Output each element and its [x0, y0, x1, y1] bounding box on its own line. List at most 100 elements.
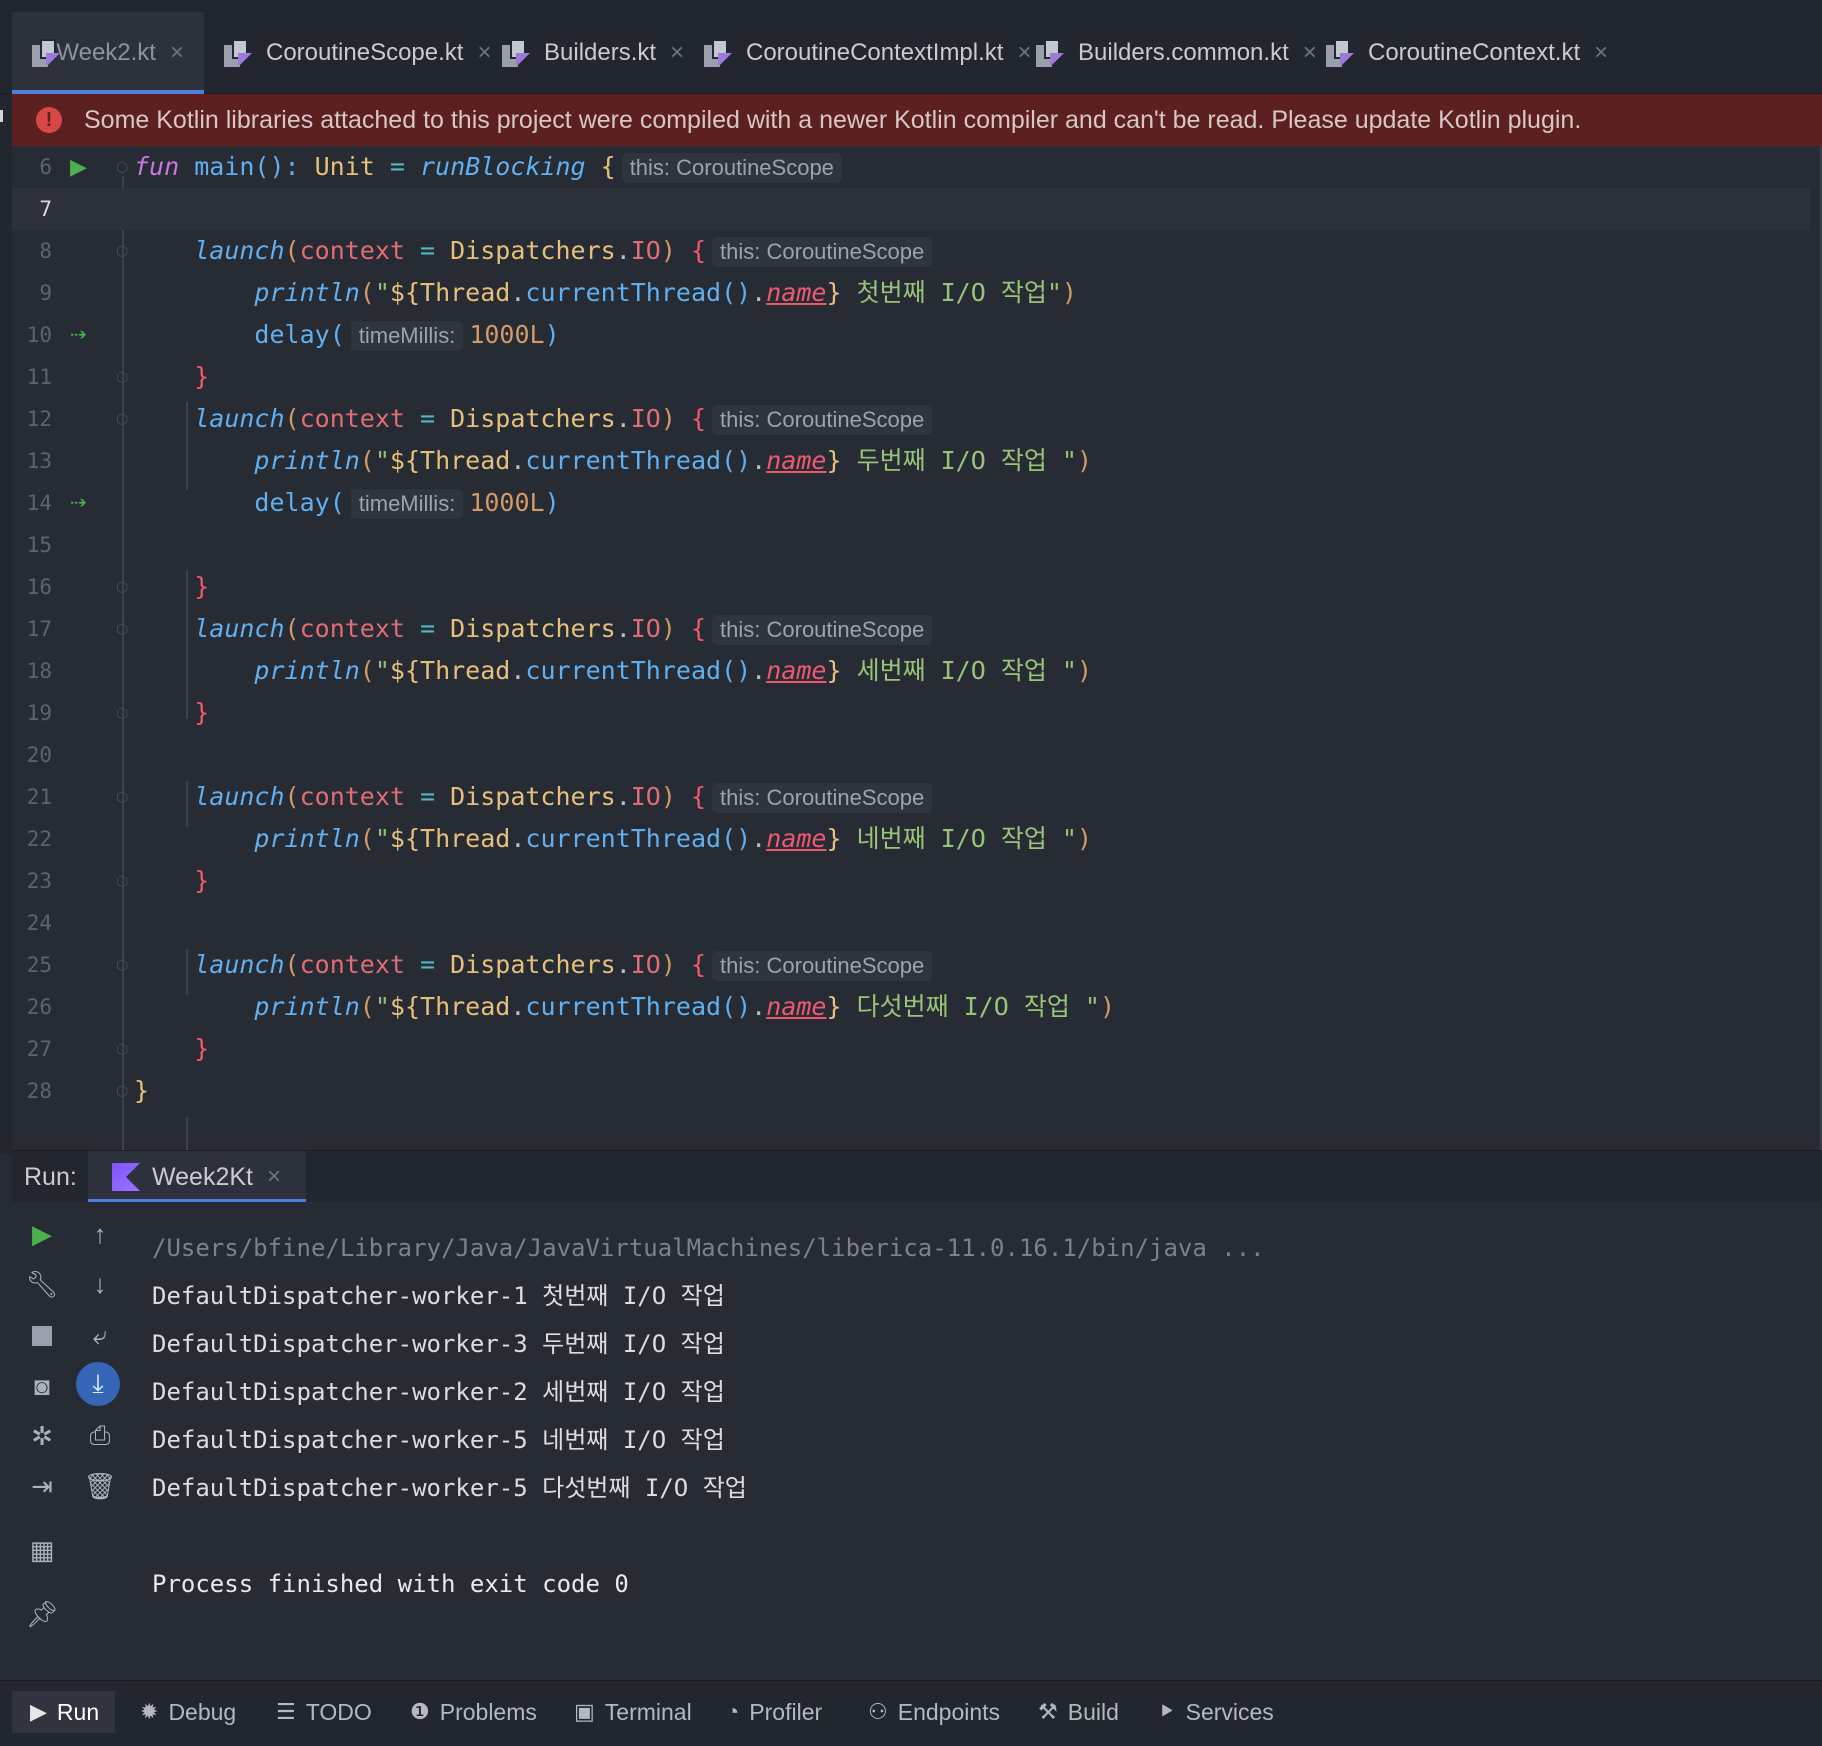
close-icon[interactable]: × [170, 39, 184, 67]
tool-services[interactable]: ⯈ Services [1158, 1691, 1274, 1733]
tool-run[interactable]: ▶ Run [12, 1691, 116, 1733]
tool-endpoints[interactable]: ⚇ Endpoints [868, 1691, 1000, 1733]
number-literal: 1000L [469, 488, 545, 517]
fold-icon[interactable]: ⬡ [116, 146, 128, 188]
tool-debug[interactable]: ✹ Debug [140, 1691, 236, 1733]
tool-problems[interactable]: ❶ Problems [410, 1691, 537, 1733]
close-icon[interactable]: × [267, 1163, 281, 1191]
fold-icon[interactable]: ⬡ [116, 692, 128, 734]
stop-icon[interactable] [22, 1316, 62, 1356]
line-number: 11 [26, 365, 52, 389]
play-icon: ▶ [30, 1699, 47, 1724]
code-line: 19 ⬡ } [12, 692, 1810, 734]
line-number: 18 [26, 659, 52, 683]
line-number: 10 [26, 323, 52, 347]
close-icon[interactable]: × [670, 39, 684, 67]
tool-build[interactable]: ⚒ Build [1038, 1691, 1119, 1733]
list-icon: ☰ [276, 1699, 296, 1724]
tab-builders[interactable]: Builders.kt × [482, 12, 704, 94]
camera-icon[interactable]: ◙ [22, 1366, 62, 1406]
tab-label: CoroutineContextImpl.kt [746, 39, 1004, 66]
rerun-icon[interactable]: ▶ [22, 1214, 62, 1254]
services-icon: ⯈ [1158, 1699, 1176, 1724]
type-name: Thread [420, 656, 511, 685]
function-signature: main(): [179, 152, 315, 181]
run-panel-label: Run: [24, 1163, 77, 1191]
suspend-call-icon: ⇢ [70, 324, 87, 346]
code-line: 27 ⬡ } [12, 1028, 1810, 1070]
function-call: runBlocking [420, 152, 586, 181]
code-line: 28 ⬡ } [12, 1070, 1810, 1112]
brace: { [585, 152, 616, 181]
exit-icon[interactable]: ⇥ [22, 1466, 62, 1506]
kotlin-file-icon [704, 37, 734, 69]
type-name: Dispatchers [450, 236, 616, 265]
fold-icon[interactable]: ⬡ [116, 1028, 128, 1070]
pin-icon[interactable]: 📌︎ [22, 1594, 62, 1634]
fold-icon[interactable]: ⬡ [116, 608, 128, 650]
print-icon[interactable]: ⎙ [80, 1416, 120, 1456]
fold-icon[interactable]: ⬡ [116, 566, 128, 608]
line-number: 28 [26, 1079, 52, 1103]
code-line: 26 println("${Thread.currentThread().nam… [12, 986, 1810, 1028]
close-icon[interactable]: × [1594, 39, 1608, 67]
code-line: 6 ▶ ⬡ fun main(): Unit = runBlocking {th… [12, 146, 1810, 188]
fold-icon[interactable]: ⬡ [116, 398, 128, 440]
line-number: 9 [39, 281, 52, 305]
type-name: Thread [420, 446, 511, 475]
trash-icon[interactable]: 🗑︎ [80, 1466, 120, 1506]
tool-label: Problems [439, 1698, 537, 1725]
line-number: 17 [26, 617, 52, 641]
kotlin-file-icon [1326, 37, 1356, 69]
tab-coroutinecontextimpl[interactable]: CoroutineContextImpl.kt × [684, 12, 1051, 94]
line-number: 24 [26, 911, 52, 935]
run-config-tab[interactable]: Week2Kt × [88, 1151, 306, 1203]
brace: } [134, 1076, 150, 1105]
type-name: Dispatchers [450, 404, 616, 433]
scroll-to-end-icon[interactable]: ⤓ [76, 1362, 120, 1406]
code-line: 10 ⇢ delay(timeMillis: 1000L) [12, 314, 1810, 356]
param-name: context [299, 236, 405, 265]
tool-todo[interactable]: ☰ TODO [276, 1691, 372, 1733]
soft-wrap-icon[interactable]: ⤶ [80, 1316, 120, 1356]
fold-icon[interactable]: ⬡ [116, 356, 128, 398]
fold-icon[interactable]: ⬡ [116, 860, 128, 902]
type-name: Unit [314, 152, 375, 181]
function-call: currentThread [525, 446, 722, 475]
debug-settings-icon[interactable]: ✲ [22, 1416, 62, 1456]
fold-icon[interactable]: ⬡ [116, 776, 128, 818]
kotlin-file-icon [32, 37, 60, 69]
property: IO [630, 236, 661, 265]
run-gutter-icon[interactable]: ▶ [70, 146, 87, 188]
tab-label: CoroutineContext.kt [1368, 39, 1581, 66]
line-number: 16 [26, 575, 52, 599]
code-line: 7 [12, 188, 1810, 230]
code-line: 25 ⬡ launch(context = Dispatchers.IO) {t… [12, 944, 1810, 986]
type-name: Thread [420, 824, 511, 853]
down-arrow-icon[interactable]: ↓ [80, 1264, 120, 1304]
string-literal: 네번째 I/O 작업 " [841, 824, 1077, 853]
tab-coroutinescope[interactable]: CoroutineScope.kt × [204, 12, 511, 94]
wrench-icon[interactable]: 🔧︎ [22, 1264, 62, 1304]
brace: } [194, 1034, 210, 1063]
function-call: println [254, 656, 360, 685]
tab-week2[interactable]: Week2.kt × [12, 12, 204, 94]
terminal-icon: ▣ [574, 1699, 595, 1724]
tab-builders-common[interactable]: Builders.common.kt × [1016, 12, 1337, 94]
tab-coroutinecontext[interactable]: CoroutineContext.kt × [1306, 12, 1628, 94]
property: name [766, 278, 827, 307]
layout-icon[interactable]: ▦ [22, 1530, 62, 1570]
tool-profiler[interactable]: ◔ Profiler [726, 1691, 822, 1733]
up-arrow-icon[interactable]: ↑ [80, 1214, 120, 1254]
warning-circle-icon: ❶ [410, 1699, 430, 1724]
fold-icon[interactable]: ⬡ [116, 1070, 128, 1112]
function-call: println [254, 278, 360, 307]
property: IO [630, 404, 661, 433]
fold-icon[interactable]: ⬡ [116, 230, 128, 272]
code-editor[interactable]: 6 ▶ ⬡ fun main(): Unit = runBlocking {th… [12, 146, 1822, 1150]
fold-icon[interactable]: ⬡ [116, 944, 128, 986]
line-number: 23 [26, 869, 52, 893]
tool-label: Debug [168, 1698, 237, 1725]
tool-terminal[interactable]: ▣ Terminal [574, 1691, 692, 1733]
function-call: launch [194, 782, 285, 811]
